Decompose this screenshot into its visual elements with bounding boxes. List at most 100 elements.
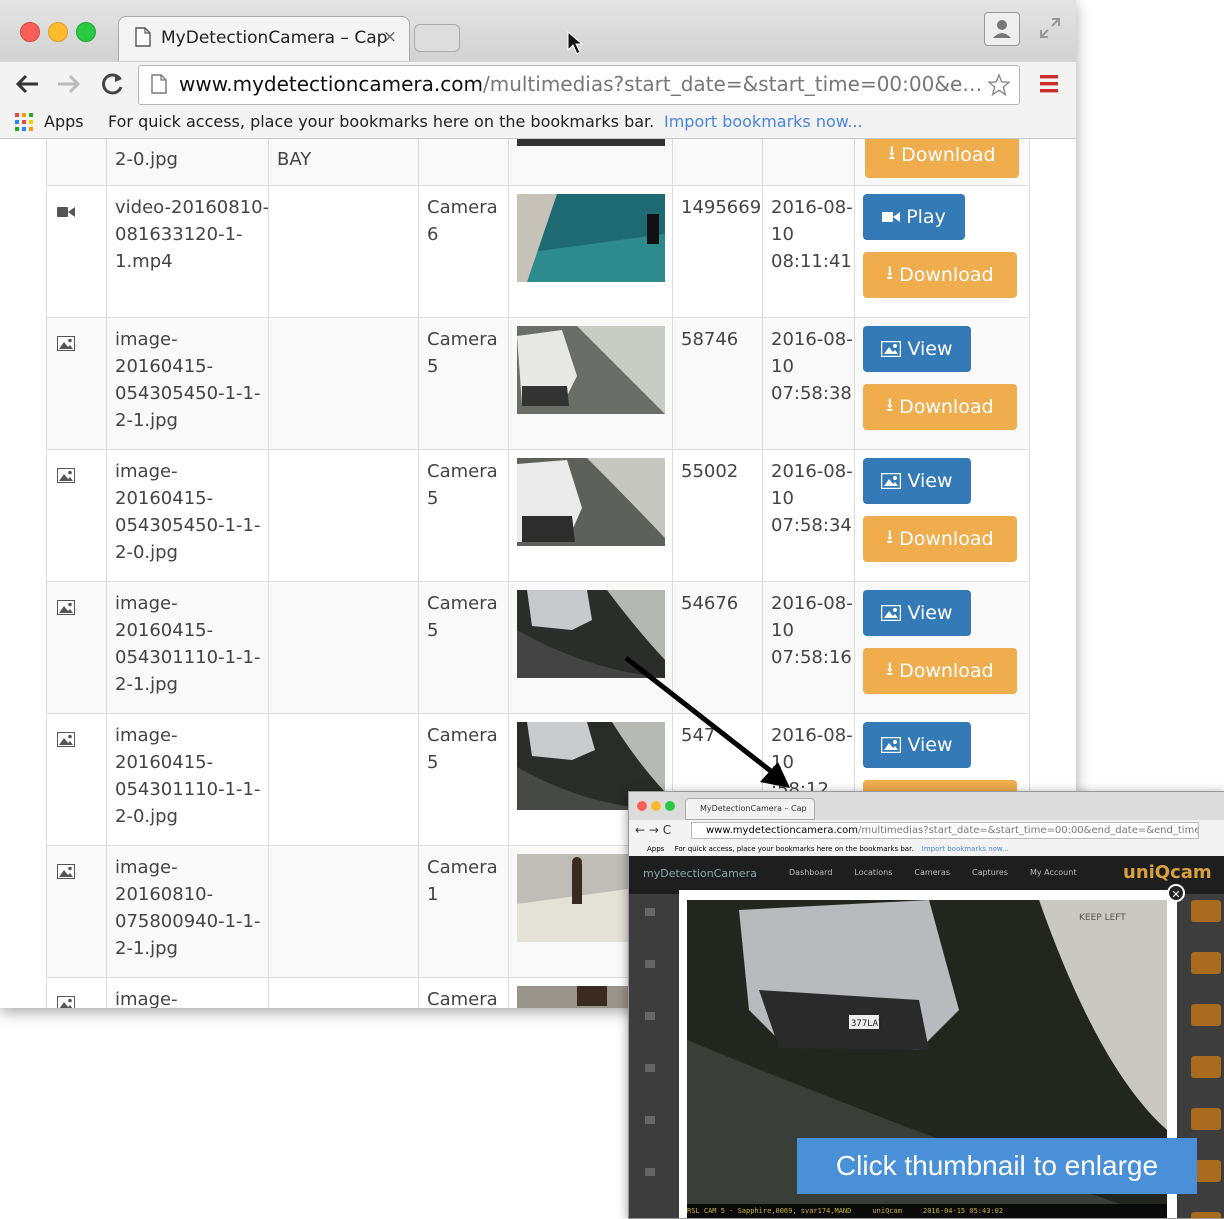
apps-link[interactable]: Apps xyxy=(44,112,84,131)
description-cell xyxy=(268,582,419,714)
file-size: 58746 xyxy=(681,329,739,350)
bookmarks-hint: For quick access, place your bookmarks h… xyxy=(108,112,655,131)
download-button[interactable]: ⭳ Download xyxy=(863,252,1017,298)
menu-icon[interactable] xyxy=(1038,74,1060,94)
toolbar: www.mydetectioncamera.com/multimedias?st… xyxy=(0,62,1076,106)
image-icon xyxy=(57,996,75,1008)
download-icon: ⭳ xyxy=(886,658,894,680)
download-button[interactable]: ⭳ Download xyxy=(865,139,1019,178)
table-row: video-20160810- 081633120-1- 1.mp4 Camera… xyxy=(46,185,1030,318)
camera-name: Camera 5 xyxy=(427,593,498,641)
thumbnail[interactable] xyxy=(517,590,665,678)
tab-close-icon[interactable]: × xyxy=(383,27,397,47)
file-size: 547 xyxy=(681,725,716,746)
close-window-button[interactable] xyxy=(20,22,40,42)
dimmed-download-button xyxy=(1191,900,1221,922)
view-button[interactable]: View xyxy=(863,722,971,768)
image-icon xyxy=(57,732,75,747)
popup-url-domain: www.mydetectioncamera.com xyxy=(706,825,858,836)
download-button[interactable]: ⭳ Download xyxy=(863,384,1017,430)
dimmed-download-button xyxy=(1191,952,1221,974)
page-icon xyxy=(151,74,167,94)
popup-toolbar: ← → C www.mydetectioncamera.com/multimed… xyxy=(629,820,1224,842)
thumbnail[interactable] xyxy=(517,194,665,282)
file-name: video-20160810- 081633120-1- 1.mp4 xyxy=(115,197,270,272)
dimmed-row-icon xyxy=(645,960,655,968)
dimmed-row-icon xyxy=(645,908,655,916)
dimmed-row-icon xyxy=(645,1012,655,1020)
popup-brand: myDetectionCamera xyxy=(643,867,757,880)
action-label: View xyxy=(907,602,953,624)
apps-grid-icon[interactable] xyxy=(14,112,34,132)
capture-date: 2016-08- 10 08:11:41 xyxy=(771,197,853,272)
star-icon[interactable] xyxy=(987,73,1011,97)
download-label: Download xyxy=(899,396,994,418)
tab-title: MyDetectionCamera – Cap xyxy=(161,28,388,48)
table-row: image- 20160415- 054301110-1-1- 2-1.jpg C… xyxy=(46,581,1030,714)
view-button[interactable]: View xyxy=(863,326,971,372)
fullscreen-icon[interactable] xyxy=(1038,16,1062,40)
download-button[interactable]: ⭳ Download xyxy=(863,648,1017,694)
popup-bookmarks-bar: Apps For quick access, place your bookma… xyxy=(629,842,1224,856)
download-label: Download xyxy=(901,144,996,166)
tab-active[interactable]: MyDetectionCamera – Cap × xyxy=(118,16,410,61)
popup-nav-item: Cameras xyxy=(914,868,950,877)
popup-logo: uniQcam xyxy=(1123,862,1212,883)
popup-tab-strip: MyDetectionCamera – Cap xyxy=(629,792,1224,820)
popup-tab: MyDetectionCamera – Cap xyxy=(685,798,815,820)
forward-arrow-icon[interactable] xyxy=(56,72,82,96)
image-icon xyxy=(57,336,75,351)
camera-name: Camera 5 xyxy=(427,461,498,509)
download-icon: ⭳ xyxy=(888,142,896,164)
page-icon xyxy=(135,27,151,47)
camera-name: Camera 6 xyxy=(427,197,498,245)
camera-name: Camera 5 xyxy=(427,329,498,377)
popup-nav-icons: ← → C xyxy=(635,823,672,837)
modal-close-icon[interactable]: ✕ xyxy=(1167,884,1185,902)
zoom-window-button[interactable] xyxy=(76,22,96,42)
popup-zoom-light xyxy=(665,801,675,811)
description-cell xyxy=(268,450,419,582)
import-bookmarks-link[interactable]: Import bookmarks now... xyxy=(664,112,863,131)
license-plate: 377LAY xyxy=(851,1019,884,1029)
download-icon: ⭳ xyxy=(886,526,894,548)
download-icon: ⭳ xyxy=(886,262,894,284)
file-name: image- 20160415- 054305450-1-1- 2-1.jpg xyxy=(115,329,261,431)
reload-icon[interactable] xyxy=(100,71,126,97)
address-bar[interactable]: www.mydetectioncamera.com/multimedias?st… xyxy=(138,65,1020,105)
capture-date: 2016-08- 10 07:58:38 xyxy=(771,329,853,404)
play-button[interactable]: Play xyxy=(863,194,965,240)
back-arrow-icon[interactable] xyxy=(14,72,40,96)
description-cell xyxy=(268,318,419,450)
thumbnail[interactable] xyxy=(517,326,665,414)
file-size: 1495669 xyxy=(681,197,762,218)
view-button[interactable]: View xyxy=(863,458,971,504)
thumbnail[interactable] xyxy=(517,139,665,146)
table-row: image- 20160415- 054305450-1-1- 2-0.jpg C… xyxy=(46,449,1030,582)
url-path: /multimedias?start_date=&start_time=00:0… xyxy=(482,72,983,96)
new-tab-button[interactable] xyxy=(414,24,460,52)
dimmed-download-button xyxy=(1191,1108,1221,1130)
wall-sign: KEEP LEFT xyxy=(1079,913,1126,923)
minimize-window-button[interactable] xyxy=(48,22,68,42)
view-button[interactable]: View xyxy=(863,590,971,636)
thumbnail[interactable] xyxy=(517,458,665,546)
camera-name: Camera 1 xyxy=(427,857,498,905)
download-button[interactable]: ⭳ Download xyxy=(863,516,1017,562)
action-label: Play xyxy=(906,206,946,228)
mouse-cursor-icon xyxy=(567,30,584,55)
table-row: image- 20160415- 054305450-1-1- 2-1.jpg C… xyxy=(46,317,1030,450)
capture-date: 2016-08- 10 07:58:16 xyxy=(771,593,853,668)
popup-nav-links: Dashboard Locations Cameras Captures My Acco… xyxy=(789,868,1098,877)
popup-address-bar: www.mydetectioncamera.com/multimedias?st… xyxy=(691,822,1199,839)
url-domain: www.mydetectioncamera.com xyxy=(179,72,483,96)
camera-overlay-text: RSL CAM 5 - Sapphire,0069, svar174,MAND … xyxy=(687,1204,1167,1218)
popup-close-light xyxy=(637,801,647,811)
file-name: image- 20160415- 054301110-1-1- 2-1.jpg xyxy=(115,593,261,695)
profile-button[interactable] xyxy=(984,12,1020,46)
description-cell xyxy=(268,714,419,846)
popup-nav-item: Locations xyxy=(854,868,893,877)
popup-bookmarks-hint: For quick access, place your bookmarks h… xyxy=(674,845,914,853)
person-icon xyxy=(993,20,1011,38)
download-label: Download xyxy=(899,660,994,682)
